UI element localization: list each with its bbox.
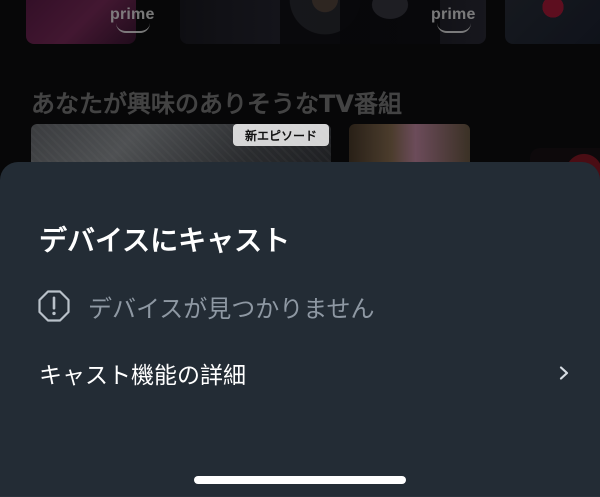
content-tile[interactable] — [505, 0, 600, 44]
cast-bottom-sheet: デバイスにキャスト デバイスが見つかりません キャスト機能の詳細 — [0, 162, 600, 497]
thumbnail-art — [535, 0, 571, 22]
home-indicator[interactable] — [194, 476, 406, 484]
no-devices-status: デバイスが見つかりません — [36, 286, 375, 326]
screen: prime prime あなたが興味のありそうなTV番組 新エピソード デバイス… — [0, 0, 600, 497]
cast-details-row[interactable]: キャスト機能の詳細 — [39, 352, 579, 394]
cast-details-label: キャスト機能の詳細 — [39, 363, 246, 389]
thumbnail-art — [340, 0, 440, 44]
section-title: あなたが興味のありそうなTV番組 — [31, 90, 402, 118]
prime-smile-icon — [116, 23, 150, 33]
sheet-title: デバイスにキャスト — [39, 224, 291, 257]
prime-logo: prime — [110, 6, 155, 33]
alert-octagon-icon — [38, 290, 70, 322]
new-episode-badge: 新エピソード — [233, 124, 329, 146]
prime-logo: prime — [431, 6, 476, 33]
prime-smile-icon — [437, 23, 471, 33]
no-devices-text: デバイスが見つかりません — [88, 294, 375, 323]
chevron-right-icon — [559, 366, 569, 380]
